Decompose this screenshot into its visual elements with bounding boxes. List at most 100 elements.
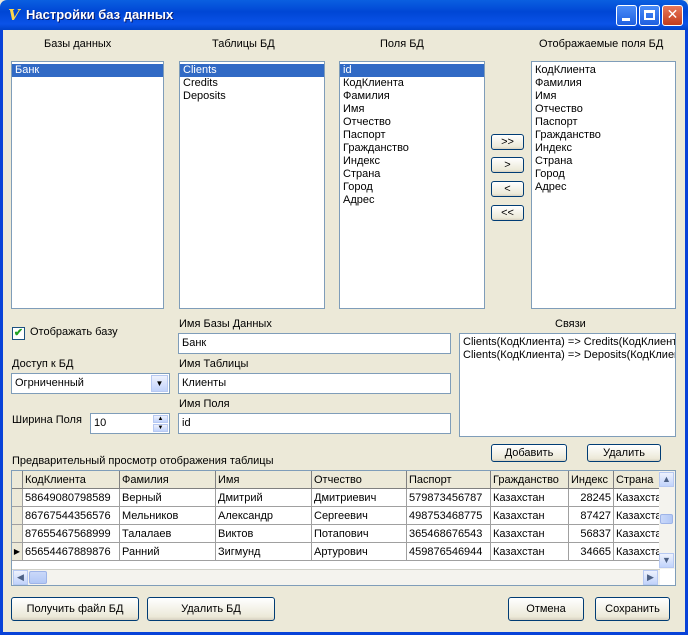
- relations-list[interactable]: Clients(КодКлиента) => Credits(КодКлиент…: [459, 333, 676, 437]
- title-bar[interactable]: V Настройки баз данных ✕: [0, 0, 688, 30]
- displayed-field-item[interactable]: Фамилия: [532, 77, 675, 90]
- displayed-field-item[interactable]: Город: [532, 168, 675, 181]
- displayed-field-item[interactable]: Гражданство: [532, 129, 675, 142]
- remove-all-fields-button[interactable]: <<: [491, 205, 524, 221]
- table-row[interactable]: 87655467568999 Талалаев Виктов Потапович 365…: [12, 524, 671, 543]
- column-header[interactable]: Паспорт: [406, 471, 491, 489]
- preview-grid[interactable]: КодКлиента Фамилия Имя Отчество Паспорт Гражд…: [11, 470, 676, 586]
- add-field-button[interactable]: >: [491, 157, 524, 173]
- table-cell[interactable]: Дмитриевич: [311, 488, 407, 507]
- field-item[interactable]: Отчество: [340, 116, 484, 129]
- table-cell[interactable]: 34665: [568, 542, 614, 561]
- table-row[interactable]: ▶ 65654467889876 Ранний Зигмунд Артурович 459…: [12, 542, 671, 561]
- displayed-field-item[interactable]: Паспорт: [532, 116, 675, 129]
- table-cell[interactable]: 459876546944: [406, 542, 491, 561]
- relation-item[interactable]: Clients(КодКлиента) => Deposits(КодКлиен: [460, 349, 675, 362]
- get-db-file-button[interactable]: Получить файл БД: [11, 597, 139, 621]
- table-cell[interactable]: Зигмунд: [215, 542, 312, 561]
- column-header[interactable]: Гражданство: [490, 471, 569, 489]
- field-item[interactable]: Страна: [340, 168, 484, 181]
- table-name-input[interactable]: Клиенты: [178, 373, 451, 394]
- add-all-fields-button[interactable]: >>: [491, 134, 524, 150]
- table-cell[interactable]: Казахстан: [490, 506, 569, 525]
- table-cell[interactable]: Дмитрий: [215, 488, 312, 507]
- cancel-button[interactable]: Отмена: [508, 597, 584, 621]
- chevron-down-icon[interactable]: ▼: [151, 375, 168, 392]
- relation-item[interactable]: Clients(КодКлиента) => Credits(КодКлиент…: [460, 336, 675, 349]
- column-header[interactable]: Фамилия: [119, 471, 216, 489]
- spin-down-icon[interactable]: ▼: [153, 424, 168, 432]
- displayed-field-item[interactable]: Адрес: [532, 181, 675, 194]
- displayed-field-item[interactable]: Страна: [532, 155, 675, 168]
- table-cell[interactable]: Виктов: [215, 524, 312, 543]
- displayed-field-item[interactable]: КодКлиента: [532, 64, 675, 77]
- table-cell[interactable]: 58649080798589: [22, 488, 120, 507]
- add-relation-button[interactable]: Добавить: [491, 444, 567, 462]
- maximize-button[interactable]: [639, 5, 660, 26]
- show-db-checkbox[interactable]: ✔: [12, 327, 25, 340]
- field-name-input[interactable]: id: [178, 413, 451, 434]
- table-cell[interactable]: 28245: [568, 488, 614, 507]
- table-cell[interactable]: Сергеевич: [311, 506, 407, 525]
- table-item[interactable]: Credits: [180, 77, 324, 90]
- table-cell[interactable]: Мельников: [119, 506, 216, 525]
- displayed-field-item[interactable]: Отчество: [532, 103, 675, 116]
- table-item[interactable]: Deposits: [180, 90, 324, 103]
- field-item[interactable]: Город: [340, 181, 484, 194]
- table-cell[interactable]: 87655467568999: [22, 524, 120, 543]
- access-select[interactable]: Огрниченный: [11, 373, 170, 394]
- field-item[interactable]: id: [340, 64, 484, 77]
- table-cell[interactable]: Казахстан: [490, 488, 569, 507]
- db-name-input[interactable]: Банк: [178, 333, 451, 354]
- table-cell[interactable]: Талалаев: [119, 524, 216, 543]
- table-cell[interactable]: 86767544356576: [22, 506, 120, 525]
- save-button[interactable]: Сохранить: [595, 597, 670, 621]
- table-cell[interactable]: Верный: [119, 488, 216, 507]
- horizontal-scroll-thumb[interactable]: [29, 571, 47, 584]
- scroll-up-icon[interactable]: ▲: [659, 472, 674, 487]
- minimize-button[interactable]: [616, 5, 637, 26]
- displayed-field-item[interactable]: Индекс: [532, 142, 675, 155]
- displayed-field-item[interactable]: Имя: [532, 90, 675, 103]
- scroll-right-icon[interactable]: ▶: [643, 570, 658, 585]
- field-item[interactable]: Имя: [340, 103, 484, 116]
- remove-field-button[interactable]: <: [491, 181, 524, 197]
- table-cell[interactable]: 65654467889876: [22, 542, 120, 561]
- column-header[interactable]: Имя: [215, 471, 312, 489]
- scroll-left-icon[interactable]: ◀: [13, 570, 28, 585]
- table-cell[interactable]: Александр: [215, 506, 312, 525]
- spin-up-icon[interactable]: ▲: [153, 415, 168, 423]
- databases-list[interactable]: Банк: [11, 61, 164, 309]
- table-item[interactable]: Clients: [180, 64, 324, 77]
- displayed-fields-list[interactable]: КодКлиента Фамилия Имя Отчество Паспорт Гражд…: [531, 61, 676, 309]
- table-cell[interactable]: Потапович: [311, 524, 407, 543]
- column-header[interactable]: КодКлиента: [22, 471, 120, 489]
- table-cell[interactable]: 579873456787: [406, 488, 491, 507]
- field-item[interactable]: КодКлиента: [340, 77, 484, 90]
- table-cell[interactable]: Казахстан: [490, 524, 569, 543]
- scroll-down-icon[interactable]: ▼: [659, 553, 674, 568]
- table-cell[interactable]: Казахстан: [490, 542, 569, 561]
- table-cell[interactable]: 56837: [568, 524, 614, 543]
- fields-list[interactable]: id КодКлиента Фамилия Имя Отчество Паспорт Гра…: [339, 61, 485, 309]
- table-cell[interactable]: 365468676543: [406, 524, 491, 543]
- table-cell[interactable]: 498753468775: [406, 506, 491, 525]
- field-item[interactable]: Адрес: [340, 194, 484, 207]
- table-row[interactable]: 58649080798589 Верный Дмитрий Дмитриевич 579…: [12, 488, 671, 507]
- close-button[interactable]: ✕: [662, 5, 683, 26]
- field-item[interactable]: Фамилия: [340, 90, 484, 103]
- vertical-scrollbar[interactable]: ▲ ▼: [659, 471, 675, 569]
- horizontal-scrollbar[interactable]: ◀ ▶: [12, 569, 660, 585]
- delete-relation-button[interactable]: Удалить: [587, 444, 661, 462]
- table-row[interactable]: 86767544356576 Мельников Александр Сергееви…: [12, 506, 671, 525]
- field-item[interactable]: Гражданство: [340, 142, 484, 155]
- table-cell[interactable]: Артурович: [311, 542, 407, 561]
- delete-db-button[interactable]: Удалить БД: [147, 597, 275, 621]
- vertical-scroll-thumb[interactable]: [660, 514, 673, 524]
- field-item[interactable]: Паспорт: [340, 129, 484, 142]
- table-cell[interactable]: Ранний: [119, 542, 216, 561]
- tables-list[interactable]: Clients Credits Deposits: [179, 61, 325, 309]
- column-header[interactable]: Отчество: [311, 471, 407, 489]
- database-item[interactable]: Банк: [12, 64, 163, 77]
- column-header[interactable]: Индекс: [568, 471, 614, 489]
